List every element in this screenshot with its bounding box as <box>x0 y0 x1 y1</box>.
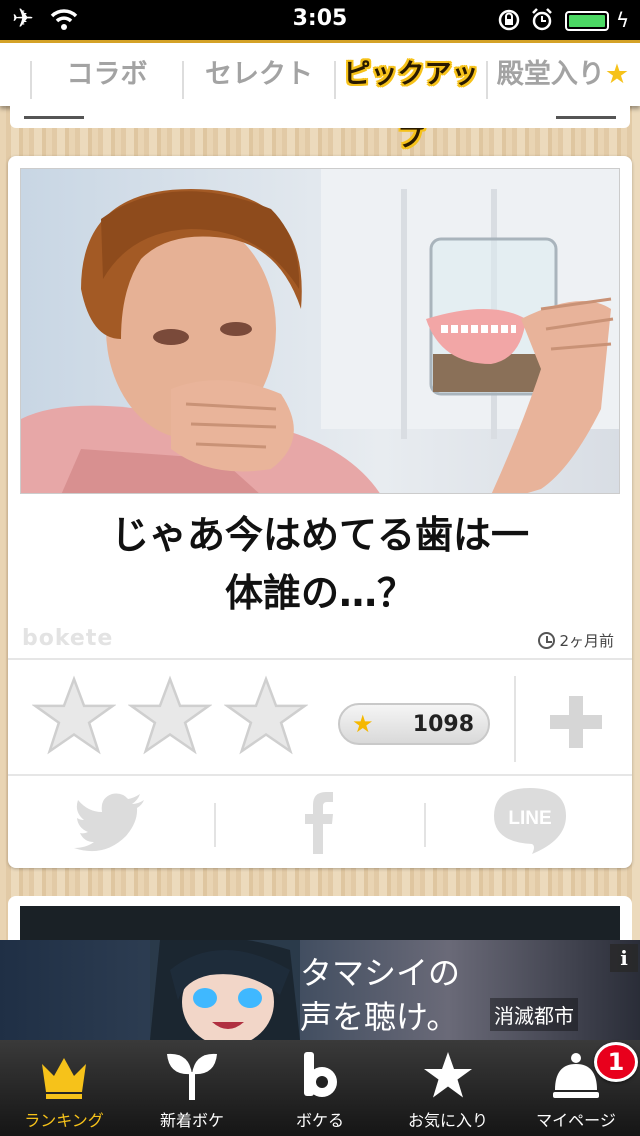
battery-icon <box>565 11 609 31</box>
score-star-icon: ★ <box>352 710 374 738</box>
time-ago-text: 2ヶ月前 <box>559 632 614 650</box>
alarm-icon <box>532 8 552 31</box>
nav-favorites[interactable]: お気に入り <box>384 1040 512 1136</box>
sprout-icon <box>167 1053 217 1100</box>
divider <box>514 676 516 762</box>
bokete-watermark: bokete <box>22 626 114 651</box>
category-tabs: コラボ セレクト ピックアップ 殿堂入り★ <box>0 40 640 153</box>
tab-label: 殿堂入り <box>496 59 605 90</box>
rate-star-2-icon[interactable] <box>128 674 212 758</box>
woman-holding-dentures-image <box>21 169 619 493</box>
clock-icon <box>538 632 556 649</box>
tab-select[interactable]: セレクト <box>184 43 334 106</box>
ad-character-image <box>150 940 300 1040</box>
line-label: LINE <box>508 808 551 829</box>
divider <box>214 803 216 847</box>
ad-banner[interactable]: タマシイの 声を聴け。 消滅都市 i <box>0 940 640 1040</box>
add-favorite-icon[interactable] <box>546 692 606 752</box>
tab-collab[interactable]: コラボ <box>32 43 182 106</box>
notification-badge: 1 <box>594 1042 638 1082</box>
crown-icon <box>42 1058 86 1099</box>
orientation-lock-icon <box>498 9 520 31</box>
nav-new-boke[interactable]: 新着ボケ <box>128 1040 256 1136</box>
post-photo[interactable] <box>20 168 620 494</box>
facebook-share-icon[interactable] <box>304 790 334 854</box>
post-card: じゃあ今はめてる歯は一 体誰の…？ bokete 2ヶ月前 ★ 1098 LIN… <box>8 156 632 868</box>
nav-ranking[interactable]: ランキング <box>0 1040 128 1136</box>
status-bar: ✈ 3:05 ϟ <box>0 0 640 40</box>
bokete-b-icon <box>304 1052 337 1097</box>
nav-label: お気に入り <box>407 1111 488 1130</box>
post-time: 2ヶ月前 <box>538 630 614 651</box>
tab-label: コラボ <box>66 59 148 90</box>
score-badge: ★ 1098 <box>338 703 490 745</box>
bottom-nav: ランキング 新着ボケ ボケる お気に入り マイページ <box>0 1040 640 1136</box>
ad-tagline: 声を聴け。 <box>300 998 459 1036</box>
nav-label: ボケる <box>295 1111 344 1130</box>
ad-game-title: 消滅都市 <box>490 998 578 1031</box>
ad-info-icon[interactable]: i <box>610 944 638 972</box>
nav-label: マイページ <box>536 1111 616 1130</box>
post-caption: じゃあ今はめてる歯は一 体誰の…？ <box>28 506 612 622</box>
caption-line: 体誰の…？ <box>224 571 415 615</box>
previous-post-card <box>10 106 630 128</box>
nav-label: 新着ボケ <box>159 1111 224 1130</box>
charging-icon: ϟ <box>616 8 630 32</box>
caption-line: じゃあ今はめてる歯は一 <box>110 513 529 557</box>
divider <box>8 774 632 776</box>
rate-star-3-icon[interactable] <box>224 674 308 758</box>
star-icon: ★ <box>604 59 630 90</box>
tab-hall-of-fame[interactable]: 殿堂入り★ <box>488 43 638 106</box>
divider <box>424 803 426 847</box>
ad-headline: タマシイの <box>300 954 461 992</box>
twitter-share-icon[interactable] <box>74 792 146 852</box>
tab-label: セレクト <box>205 59 313 90</box>
nav-label: ランキング <box>24 1111 104 1130</box>
divider <box>8 658 632 660</box>
star-icon <box>424 1052 472 1098</box>
score-value: 1098 <box>412 712 474 737</box>
tab-pickup[interactable]: ピックアップ <box>336 43 486 153</box>
nav-post-boke[interactable]: ボケる <box>256 1040 384 1136</box>
line-share-icon[interactable]: LINE <box>492 786 568 858</box>
rate-star-1-icon[interactable] <box>32 674 116 758</box>
